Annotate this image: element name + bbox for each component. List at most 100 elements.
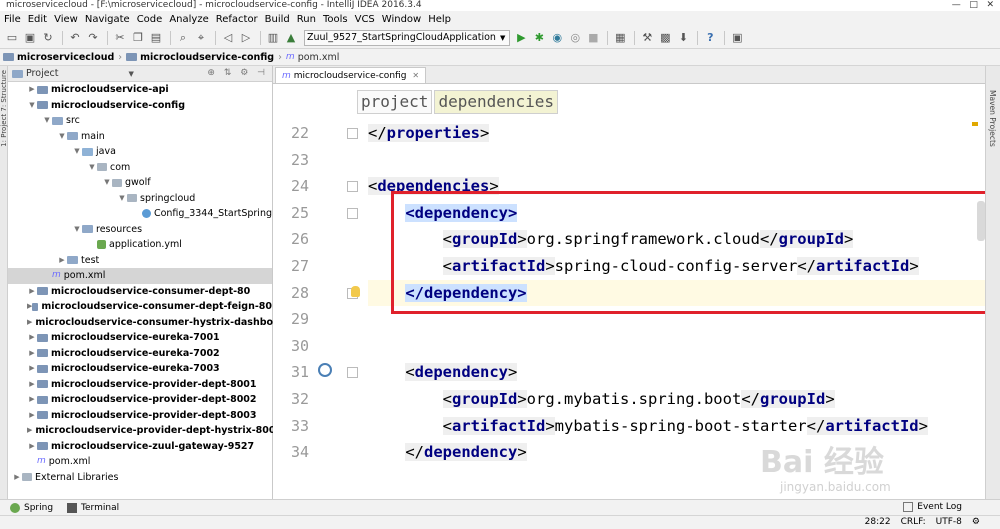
help-icon[interactable]: ? [702,30,718,46]
collapsed-arrow-icon[interactable]: ▶ [27,439,37,455]
maven-projects-tool-button[interactable]: Maven Projects [988,90,997,147]
collapsed-arrow-icon[interactable]: ▶ [27,423,32,439]
redo-icon[interactable]: ↷ [85,30,101,46]
sync-icon[interactable]: ↻ [40,30,56,46]
tree-item[interactable]: ▶ microcloudservice-consumer-dept-80 [8,284,272,300]
expanded-arrow-icon[interactable]: ▼ [72,144,82,160]
forward-icon[interactable]: ▷ [238,30,254,46]
expanded-arrow-icon[interactable]: ▼ [117,191,127,207]
project-view-selector[interactable]: Project [26,68,59,79]
tree-item[interactable]: ▶ External Libraries [8,470,272,486]
menu-item-window[interactable]: Window [382,14,421,25]
tree-item[interactable]: ▶ microcloudservice-provider-dept-hystrix… [8,423,282,439]
expanded-arrow-icon[interactable]: ▼ [72,222,82,238]
open-folder-icon[interactable]: ▭ [4,30,20,46]
project-structure-icon[interactable]: ▩ [657,30,673,46]
fold-marker-icon[interactable] [347,128,358,139]
expanded-arrow-icon[interactable]: ▼ [42,113,52,129]
expanded-arrow-icon[interactable]: ▼ [102,175,112,191]
menu-item-refactor[interactable]: Refactor [216,14,258,25]
tree-item[interactable]: ▶ microcloudservice-consumer-dept-feign-8… [8,299,272,315]
tree-item[interactable]: ▶ microcloudservice-zuul-gateway-9527 [8,439,272,455]
collapsed-arrow-icon[interactable]: ▶ [27,361,37,377]
run-config-icon[interactable]: ▲ [283,30,299,46]
xml-breadcrumb-project[interactable]: project [357,90,433,114]
expanded-arrow-icon[interactable]: ▼ [57,129,67,145]
breadcrumb-root[interactable]: microservicecloud [3,52,114,63]
save-icon[interactable]: ▣ [22,30,38,46]
menu-item-edit[interactable]: Edit [28,14,47,25]
paste-icon[interactable]: ▤ [148,30,164,46]
tree-item[interactable]: ▼ java [8,144,272,160]
event-log-button[interactable]: Event Log [903,502,962,512]
android-device-icon[interactable]: ▣ [729,30,745,46]
replace-icon[interactable]: ⌖ [193,30,209,46]
fold-marker-icon[interactable] [347,207,358,219]
collapsed-arrow-icon[interactable]: ▶ [27,284,37,300]
minimize-icon[interactable]: — [952,0,961,10]
cut-icon[interactable]: ✂ [112,30,128,46]
tree-item[interactable]: ▼ main [8,129,272,145]
settings-icon[interactable]: ⚒ [639,30,655,46]
menu-item-run[interactable]: Run [297,14,316,25]
tree-item[interactable]: ▶ microcloudservice-provider-dept-8002 [8,392,272,408]
tree-item[interactable]: ▶ microcloudservice-provider-dept-8003 [8,408,272,424]
run-icon[interactable]: ▶ [513,30,529,46]
tree-item[interactable]: application.yml [8,237,272,253]
collapsed-arrow-icon[interactable]: ▶ [57,253,67,269]
tree-item[interactable]: m pom.xml [8,268,272,284]
collapsed-arrow-icon[interactable]: ▶ [27,408,37,424]
build-icon[interactable]: ▥ [265,30,281,46]
vcs-icon[interactable]: ▦ [612,30,628,46]
menu-item-analyze[interactable]: Analyze [169,14,208,25]
tree-item[interactable]: ▼ src [8,113,272,129]
run-configuration-select[interactable]: Zuul_9527_StartSpringCloudApplication ▼ [304,29,511,46]
tree-item[interactable]: ▼ springcloud [8,191,272,207]
caret-position[interactable]: 28:22 [865,517,891,527]
copy-icon[interactable]: ❐ [130,30,146,46]
warning-marker[interactable] [972,122,978,126]
editor-scrollbar-thumb[interactable] [977,201,985,241]
close-icon[interactable]: ✕ [986,0,994,10]
tree-item[interactable]: ▶ microcloudservice-provider-dept-8001 [8,377,272,393]
collapsed-arrow-icon[interactable]: ▶ [27,346,37,362]
collapsed-arrow-icon[interactable]: ▶ [12,470,22,486]
expanded-arrow-icon[interactable]: ▼ [87,160,97,176]
tree-item[interactable]: ▼ com [8,160,272,176]
menu-item-navigate[interactable]: Navigate [85,14,130,25]
maximize-icon[interactable]: □ [969,0,978,10]
fold-marker-icon[interactable] [347,367,358,379]
menu-item-vcs[interactable]: VCS [355,14,375,25]
sdk-icon[interactable]: ⬇ [675,30,691,46]
back-icon[interactable]: ◁ [220,30,236,46]
collapsed-arrow-icon[interactable]: ▶ [27,82,37,98]
tree-item[interactable]: ▶ microcloudservice-eureka-7002 [8,346,272,362]
settings-gear-icon[interactable]: ⚙ [972,517,980,527]
tree-item[interactable]: ▼ resources [8,222,272,238]
chevron-down-icon[interactable]: ▼ [129,70,134,78]
tree-item[interactable]: ▶ microcloudservice-consumer-hystrix-dash… [8,315,291,331]
fold-marker-icon[interactable] [347,181,358,193]
collapsed-arrow-icon[interactable]: ▶ [27,392,37,408]
menu-item-build[interactable]: Build [265,14,290,25]
collapsed-arrow-icon[interactable]: ▶ [27,330,37,346]
tree-item[interactable]: Config_3344_StartSpring [8,206,272,222]
collapsed-arrow-icon[interactable]: ▶ [27,377,37,393]
left-tool-window-labels[interactable]: 1: Project 7: Structure [0,70,8,147]
menu-item-tools[interactable]: Tools [323,14,348,25]
tree-item[interactable]: ▶ microcloudservice-eureka-7001 [8,330,272,346]
project-panel-tools[interactable]: ⊕ ⇅ ⚙ ⊣ [207,68,268,78]
coverage-icon[interactable]: ◉ [549,30,565,46]
undo-icon[interactable]: ↶ [67,30,83,46]
find-icon[interactable]: ⌕ [175,30,191,46]
intention-bulb-icon[interactable] [351,285,360,297]
file-encoding[interactable]: UTF-8 [936,517,962,527]
menu-item-file[interactable]: File [4,14,21,25]
profile-icon[interactable]: ◎ [567,30,583,46]
debug-icon[interactable]: ✱ [531,30,547,46]
terminal-tool-button[interactable]: Terminal [67,502,119,513]
breadcrumb-file[interactable]: m pom.xml [286,52,339,63]
menu-item-help[interactable]: Help [428,14,451,25]
override-marker-icon[interactable] [318,363,332,378]
code-area[interactable]: </properties> <dependencies> <dependency>… [368,118,985,499]
